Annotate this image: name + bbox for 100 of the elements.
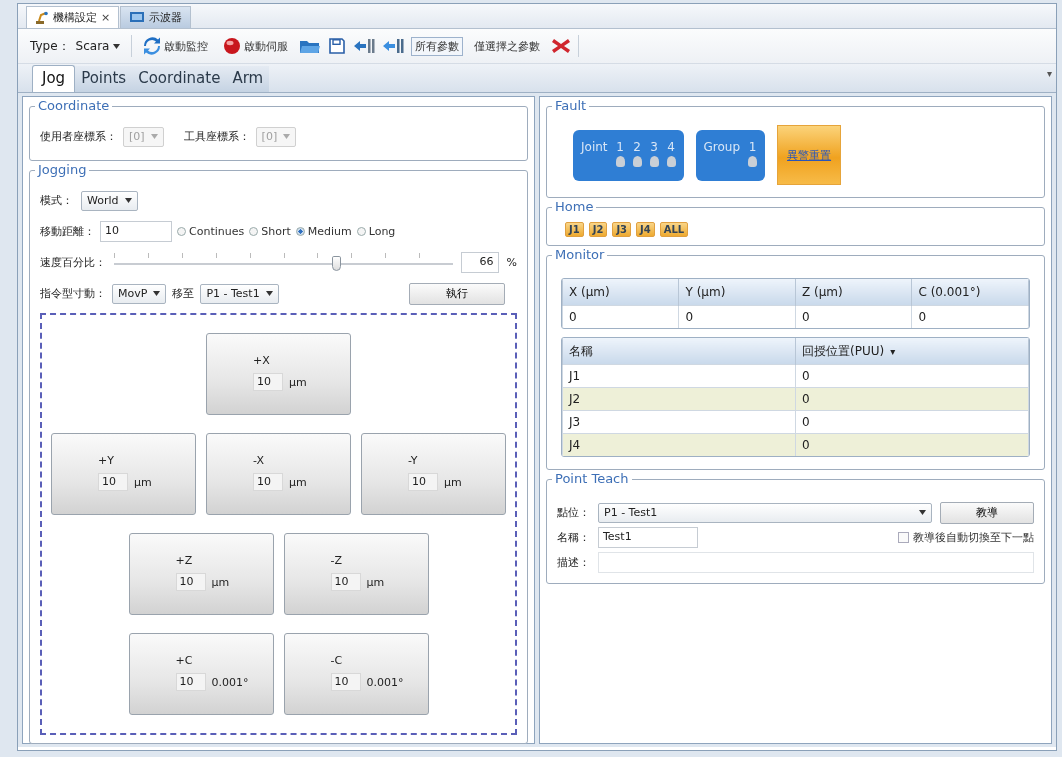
field-label: 名稱：	[557, 530, 590, 545]
slider-thumb[interactable]	[332, 255, 342, 271]
home-button[interactable]: J3	[612, 222, 632, 237]
unit-label: 0.001°	[211, 675, 249, 689]
field-label: 描述：	[557, 555, 590, 570]
view-tab[interactable]: Arm	[226, 66, 270, 92]
table-cell: 0	[679, 305, 796, 328]
execute-button[interactable]: 執行	[409, 282, 505, 305]
caret-icon	[283, 134, 291, 139]
home-button[interactable]: ALL	[659, 222, 689, 237]
document-tab[interactable]: 機構設定 ×	[26, 6, 120, 28]
overflow-glyph[interactable]: ▾	[1046, 68, 1052, 79]
step-field[interactable]: 10	[98, 473, 128, 491]
home-button[interactable]: J2	[588, 222, 608, 237]
speed-slider[interactable]	[114, 252, 453, 273]
field-label: 點位：	[557, 505, 590, 520]
name-field[interactable]: Test1	[598, 527, 698, 548]
step-field[interactable]: 10	[175, 573, 206, 591]
unit-label: %	[506, 256, 517, 269]
export-arrow-icon[interactable]	[382, 37, 405, 55]
view-tab[interactable]: Points	[75, 66, 133, 92]
home-button[interactable]: J4	[636, 222, 655, 237]
step-field[interactable]: 10	[253, 473, 283, 491]
toolbar-toggle[interactable]: 僅選擇之參數	[470, 36, 545, 56]
toolbar-button[interactable]: 啟動監控	[139, 35, 213, 57]
field-label: 移至	[172, 286, 195, 301]
delete-icon[interactable]	[551, 37, 572, 55]
dropdown[interactable]: MovP	[112, 283, 167, 304]
column-header[interactable]: 名稱	[562, 338, 796, 365]
jog-button[interactable]: +X 10 μm	[206, 333, 351, 415]
unit-label: μm	[444, 475, 462, 489]
teach-button[interactable]: 教導	[940, 501, 1034, 524]
jog-button[interactable]: +Y 10 μm	[51, 433, 196, 515]
channel-number: 1	[616, 139, 624, 154]
column-header[interactable]: 回授位置(PUU) ▾	[795, 338, 1029, 365]
step-field[interactable]: 10	[330, 673, 361, 691]
caret-icon	[919, 510, 926, 515]
field-label: 工具座標系：	[183, 129, 250, 144]
auto-next-checkbox[interactable]: 教導後自動切換至下一點	[898, 530, 1034, 545]
jog-button[interactable]: +C 10 0.001°	[128, 633, 274, 715]
speed-field[interactable]: 66	[460, 252, 499, 273]
table-cell: 0	[562, 305, 679, 328]
channel-number: 1	[748, 139, 757, 154]
column-header[interactable]: C (0.001°)	[911, 279, 1029, 306]
column-header[interactable]: Y (μm)	[679, 279, 796, 306]
caret-icon	[153, 291, 161, 296]
jog-button[interactable]: -Y 10 μm	[361, 433, 506, 515]
unit-label: μm	[134, 475, 152, 489]
caret-icon	[150, 134, 158, 139]
channel-number: 2	[633, 139, 641, 154]
toolbar-toggle[interactable]: 所有參數	[411, 36, 464, 56]
channel-number: 3	[650, 139, 658, 154]
jog-button[interactable]: +Z 10 μm	[128, 533, 274, 615]
step-field[interactable]: 10	[408, 473, 438, 491]
type-dropdown[interactable]: Scara	[75, 39, 121, 53]
distance-field[interactable]: 10	[100, 221, 172, 242]
monitor-icon	[129, 11, 146, 24]
import-arrow-icon[interactable]	[353, 37, 376, 55]
document-tab[interactable]: 示波器	[120, 6, 192, 28]
channel-number: 4	[667, 139, 675, 154]
close-icon[interactable]: ×	[101, 11, 111, 24]
field-label: 模式：	[40, 193, 73, 208]
column-header[interactable]: Z (μm)	[795, 279, 912, 306]
table-cell: 0	[795, 387, 1029, 411]
jog-button[interactable]: -Z 10 μm	[283, 533, 429, 615]
column-header[interactable]: X (μm)	[562, 279, 679, 306]
table-cell: 0	[795, 433, 1029, 456]
jog-button[interactable]: -X 10 μm	[206, 433, 351, 515]
dropdown[interactable]: World	[81, 190, 138, 211]
step-field[interactable]: 10	[253, 373, 283, 391]
view-tab[interactable]: Jog	[32, 65, 76, 92]
save-icon[interactable]	[328, 37, 347, 55]
type-label: Type：	[30, 37, 70, 55]
step-field[interactable]: 10	[175, 673, 206, 691]
jog-button[interactable]: -C 10 0.001°	[283, 633, 429, 715]
table-cell: J2	[562, 387, 796, 411]
sort-glyph[interactable]: ▾	[890, 345, 896, 357]
table-cell: 0	[911, 305, 1029, 328]
caret-icon	[124, 198, 132, 203]
step-field[interactable]: 10	[330, 573, 361, 591]
radio-option[interactable]: Long	[356, 225, 396, 238]
dropdown[interactable]: P1 - Test1	[200, 283, 279, 304]
description-field[interactable]	[598, 552, 1034, 573]
toolbar-button[interactable]: 啟動伺服	[219, 35, 293, 57]
panel-label: Joint	[581, 139, 608, 156]
field-label: 速度百分比：	[40, 255, 106, 270]
ball-icon	[223, 37, 242, 55]
caret-icon	[113, 43, 121, 49]
field-label: 移動距離：	[40, 224, 95, 239]
unit-label: μm	[211, 575, 230, 589]
unit-label: μm	[289, 475, 307, 489]
caret-icon	[265, 291, 273, 296]
point-dropdown[interactable]: P1 - Test1	[598, 502, 932, 523]
view-tab[interactable]: Coordinate	[132, 66, 227, 92]
home-button[interactable]: J1	[565, 222, 584, 237]
radio-option[interactable]: Medium	[295, 225, 352, 238]
radio-option[interactable]: Short	[249, 225, 291, 238]
table-cell: 0	[795, 305, 912, 328]
radio-option[interactable]: Continues	[177, 225, 245, 238]
field-label: 使用者座標系：	[40, 129, 117, 144]
